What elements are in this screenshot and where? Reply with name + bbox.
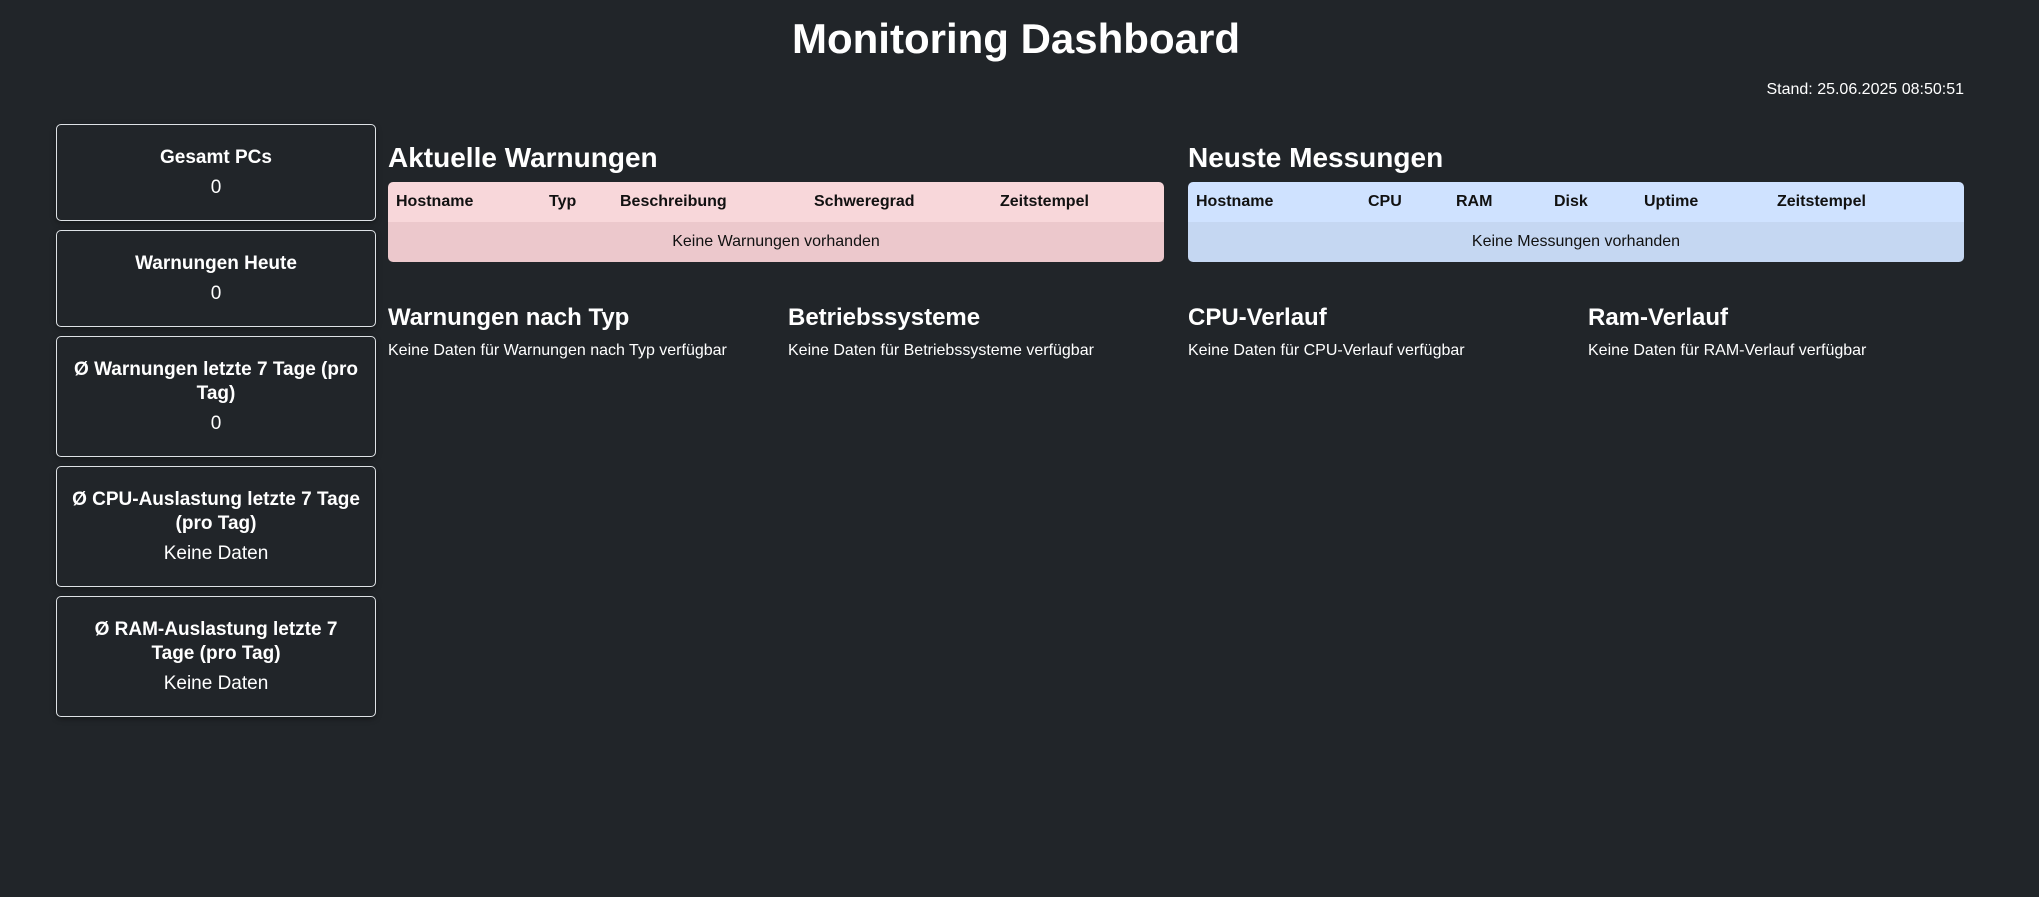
- stat-value: Keine Daten: [163, 672, 269, 694]
- stat-title: Gesamt PCs: [160, 146, 272, 168]
- dashboard-page: Monitoring Dashboard Stand: 25.06.2025 0…: [0, 0, 2039, 897]
- chart-operating-systems: Betriebssysteme Keine Daten für Betriebs…: [788, 303, 1168, 361]
- stat-value: Keine Daten: [163, 542, 269, 564]
- column-header-uptime: Uptime: [1636, 182, 1769, 222]
- column-header-zeitstempel: Zeitstempel: [1769, 182, 1964, 222]
- stat-title: Warnungen Heute: [135, 252, 297, 274]
- stat-title: Ø Warnungen letzte 7 Tage (pro Tag): [74, 358, 358, 404]
- column-header-disk: Disk: [1546, 182, 1636, 222]
- column-header-ram: RAM: [1448, 182, 1546, 222]
- stat-card-avg-ram-7-days: Ø RAM-Auslastung letzte 7 Tage (pro Tag)…: [56, 596, 376, 717]
- stat-card-avg-cpu-7-days: Ø CPU-Auslastung letzte 7 Tage (pro Tag)…: [56, 466, 376, 587]
- chart-title: CPU-Verlauf: [1188, 304, 1327, 331]
- last-updated-timestamp: Stand: 25.06.2025 08:50:51: [1766, 81, 1964, 98]
- chart-ram-history: Ram-Verlauf Keine Daten für RAM-Verlauf …: [1588, 303, 1968, 361]
- stat-card-avg-warnings-7-days: Ø Warnungen letzte 7 Tage (pro Tag) 0: [56, 336, 376, 457]
- stat-value: 0: [210, 282, 222, 304]
- column-header-hostname: Hostname: [1188, 182, 1360, 222]
- table-row: Keine Warnungen vorhanden: [388, 222, 1164, 262]
- stat-value: 0: [210, 176, 222, 198]
- column-header-schweregrad: Schweregrad: [806, 182, 992, 222]
- table-header-row: Hostname Typ Beschreibung Schweregrad Ze…: [388, 182, 1164, 222]
- column-header-typ: Typ: [541, 182, 612, 222]
- empty-table-message: Keine Warnungen vorhanden: [388, 222, 1164, 262]
- chart-empty-message: Keine Daten für Betriebssysteme verfügba…: [788, 342, 1094, 359]
- chart-title: Ram-Verlauf: [1588, 304, 1729, 331]
- chart-title: Warnungen nach Typ: [388, 304, 630, 331]
- stat-title: Ø CPU-Auslastung letzte 7 Tage (pro Tag): [72, 488, 360, 534]
- chart-empty-message: Keine Daten für CPU-Verlauf verfügbar: [1188, 342, 1465, 359]
- column-header-beschreibung: Beschreibung: [612, 182, 806, 222]
- warnings-heading: Aktuelle Warnungen: [388, 142, 658, 173]
- column-header-cpu: CPU: [1360, 182, 1448, 222]
- stat-value: 0: [210, 412, 222, 434]
- stat-title: Ø RAM-Auslastung letzte 7 Tage (pro Tag): [94, 618, 338, 664]
- page-title: Monitoring Dashboard: [792, 15, 1240, 62]
- stats-sidebar: Gesamt PCs 0 Warnungen Heute 0 Ø Warnung…: [56, 124, 376, 726]
- column-header-zeitstempel: Zeitstempel: [992, 182, 1164, 222]
- chart-empty-message: Keine Daten für Warnungen nach Typ verfü…: [388, 342, 727, 359]
- stat-card-total-pcs: Gesamt PCs 0: [56, 124, 376, 221]
- column-header-hostname: Hostname: [388, 182, 541, 222]
- table-row: Keine Messungen vorhanden: [1188, 222, 1964, 262]
- chart-cpu-history: CPU-Verlauf Keine Daten für CPU-Verlauf …: [1188, 303, 1568, 361]
- stat-card-warnings-today: Warnungen Heute 0: [56, 230, 376, 327]
- chart-empty-message: Keine Daten für RAM-Verlauf verfügbar: [1588, 342, 1867, 359]
- warnings-table: Hostname Typ Beschreibung Schweregrad Ze…: [388, 182, 1164, 262]
- measurements-table: Hostname CPU RAM Disk Uptime Zeitstempel…: [1188, 182, 1964, 262]
- empty-table-message: Keine Messungen vorhanden: [1188, 222, 1964, 262]
- chart-warnings-by-type: Warnungen nach Typ Keine Daten für Warnu…: [388, 303, 768, 361]
- measurements-heading: Neuste Messungen: [1188, 142, 1444, 173]
- table-header-row: Hostname CPU RAM Disk Uptime Zeitstempel: [1188, 182, 1964, 222]
- chart-title: Betriebssysteme: [788, 304, 981, 331]
